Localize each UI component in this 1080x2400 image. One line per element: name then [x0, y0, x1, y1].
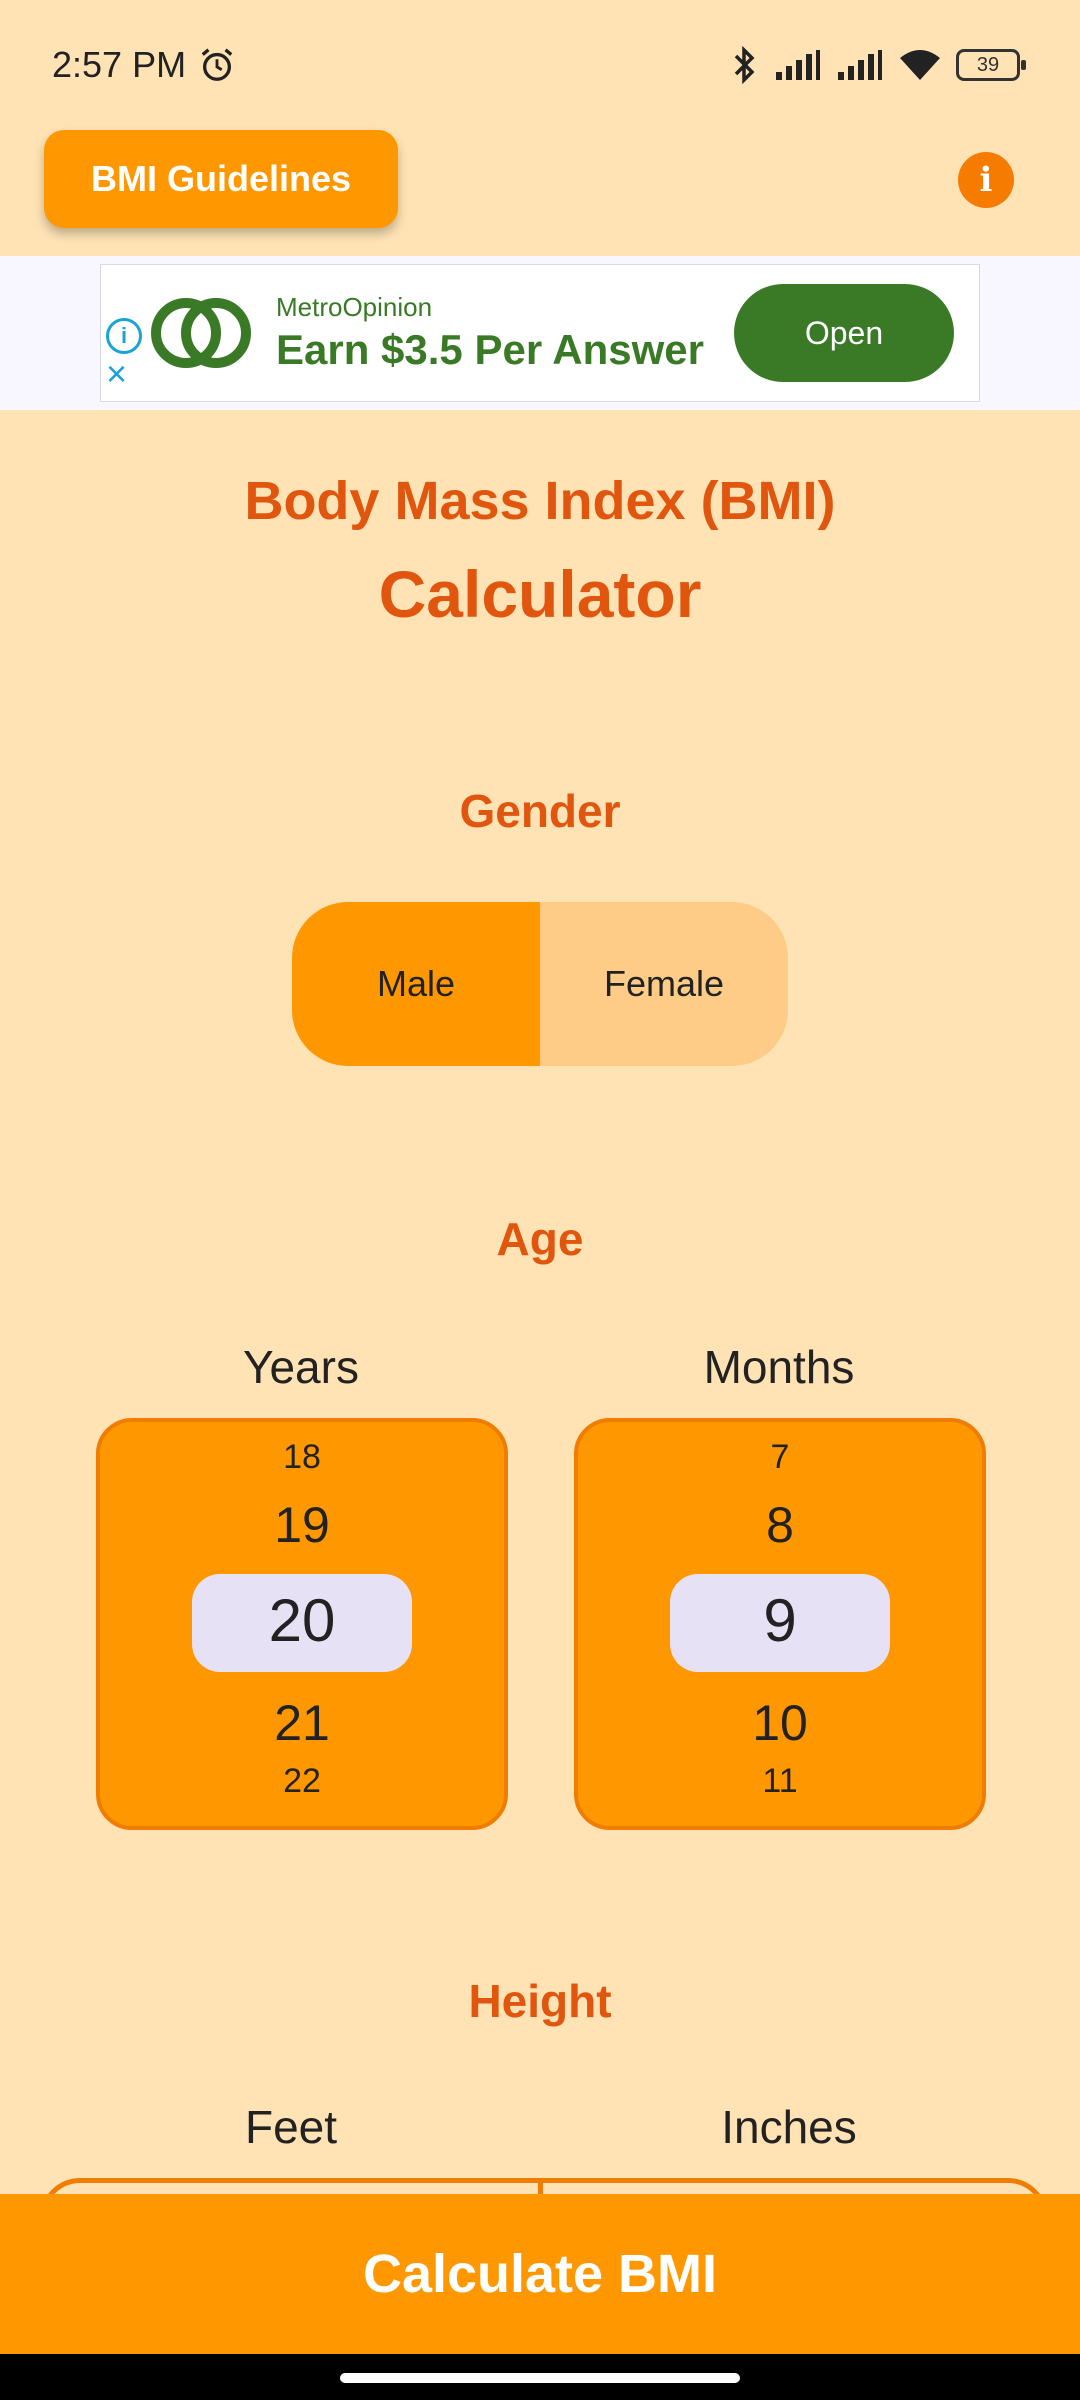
- picker-item[interactable]: 18: [100, 1438, 504, 1477]
- picker-item[interactable]: 8: [578, 1496, 982, 1554]
- months-label: Months: [703, 1341, 855, 1393]
- ad-close-icon[interactable]: ×: [106, 356, 127, 392]
- picker-selected-item[interactable]: 20: [100, 1586, 504, 1655]
- wifi-icon: [900, 50, 940, 80]
- bmi-guidelines-button[interactable]: BMI Guidelines: [44, 130, 398, 228]
- calculate-bmi-button[interactable]: Calculate BMI: [0, 2194, 1080, 2354]
- age-title: Age: [496, 1213, 584, 1265]
- feet-label: Feet: [244, 2101, 338, 2153]
- status-bar: 2:57 PM 39: [0, 0, 1080, 130]
- picker-item[interactable]: 22: [100, 1762, 504, 1801]
- status-icons: 39: [728, 46, 1026, 84]
- battery-icon: 39: [956, 49, 1026, 81]
- months-picker[interactable]: 7 8 9 10 11: [574, 1418, 986, 1830]
- picker-item[interactable]: 19: [100, 1496, 504, 1554]
- gender-female-option[interactable]: Female: [540, 902, 788, 1066]
- picker-item[interactable]: 11: [578, 1762, 982, 1801]
- page-title: Body Mass Index (BMI): [244, 471, 836, 531]
- picker-selected-item[interactable]: 9: [578, 1586, 982, 1655]
- inches-label: Inches: [721, 2101, 857, 2153]
- height-title: Height: [468, 1975, 612, 2027]
- signal-icon: [776, 50, 820, 80]
- page-subtitle: Calculator: [378, 557, 702, 631]
- gender-male-option[interactable]: Male: [292, 902, 540, 1066]
- years-picker[interactable]: 18 19 20 21 22: [96, 1418, 508, 1830]
- picker-item[interactable]: 7: [578, 1438, 982, 1477]
- gender-title: Gender: [459, 785, 621, 837]
- status-time: 2:57 PM: [52, 44, 187, 85]
- bluetooth-icon: [734, 46, 755, 84]
- ad-info-icon[interactable]: i: [106, 318, 142, 354]
- ad-open-button[interactable]: Open: [734, 284, 954, 382]
- ad-brand: MetroOpinion: [276, 292, 433, 322]
- years-label: Years: [243, 1341, 359, 1393]
- ad-headline[interactable]: Earn $3.5 Per Answer: [276, 326, 704, 374]
- metroopinion-logo: [151, 298, 251, 368]
- home-gesture-handle[interactable]: [340, 2373, 740, 2383]
- gender-toggle: Male Female: [292, 902, 788, 1066]
- signal-icon-2: [838, 50, 882, 80]
- picker-item[interactable]: 10: [578, 1694, 982, 1752]
- picker-item[interactable]: 21: [100, 1694, 504, 1752]
- alarm-icon: [201, 48, 233, 81]
- info-icon[interactable]: i: [958, 152, 1014, 208]
